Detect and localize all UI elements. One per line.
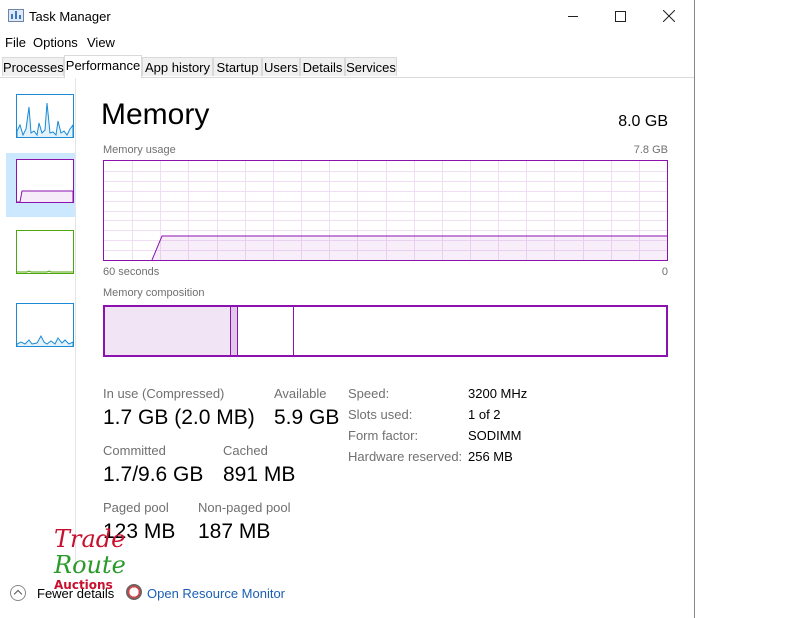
- tab-services[interactable]: Services: [345, 57, 397, 76]
- cached-label: Cached: [223, 443, 268, 458]
- speed-value: 3200 MHz: [468, 386, 528, 401]
- memory-usage-plot: [104, 161, 667, 260]
- watermark-line-1: Trade: [54, 525, 126, 553]
- resource-item-cpu[interactable]: [6, 88, 75, 152]
- memory-usage-area: [152, 236, 667, 260]
- fewer-details-chevron-icon[interactable]: [10, 585, 26, 601]
- available-label: Available: [274, 386, 327, 401]
- composition-standby: [238, 307, 294, 355]
- tab-users[interactable]: Users: [262, 57, 300, 76]
- resource-item-network[interactable]: [6, 297, 75, 361]
- memory-mini-graph: [17, 190, 73, 202]
- composition-free: [294, 307, 666, 355]
- trade-route-auctions-watermark: Trade Route Auctions: [52, 527, 132, 597]
- memory-composition-label: Memory composition: [103, 287, 205, 299]
- committed-label: Committed: [103, 443, 166, 458]
- tab-details[interactable]: Details: [300, 57, 345, 76]
- memory-details-panel: Memory 8.0 GB Memory usage 7.8 GB 60 sec…: [76, 78, 694, 573]
- tab-processes[interactable]: Processes: [2, 57, 64, 76]
- memory-thumbnail: [16, 159, 74, 203]
- minimize-icon: [568, 15, 578, 17]
- tab-performance[interactable]: Performance: [64, 55, 142, 78]
- resource-item-memory[interactable]: [6, 153, 75, 217]
- memory-usage-label: Memory usage: [103, 144, 176, 156]
- in-use-value: 1.7 GB (2.0 MB): [103, 406, 255, 429]
- minimize-button[interactable]: [550, 0, 596, 32]
- open-resource-monitor-link[interactable]: Open Resource Monitor: [147, 586, 285, 601]
- cpu-thumbnail: [16, 94, 74, 138]
- form-factor-label: Form factor:: [348, 428, 419, 443]
- tab-app-history[interactable]: App history: [142, 57, 213, 76]
- menu-file[interactable]: File: [5, 35, 26, 50]
- resource-item-disk[interactable]: [6, 224, 75, 288]
- maximize-button[interactable]: [597, 0, 643, 32]
- time-axis-end: 0: [661, 266, 668, 278]
- title-bar: Task Manager: [0, 0, 694, 32]
- menu-options[interactable]: Options: [33, 35, 78, 50]
- non-paged-pool-label: Non-paged pool: [198, 500, 291, 515]
- committed-value: 1.7/9.6 GB: [103, 463, 204, 486]
- close-button[interactable]: [646, 0, 692, 32]
- network-thumbnail: [16, 303, 74, 347]
- slots-used-label: Slots used:: [348, 407, 413, 422]
- available-value: 5.9 GB: [274, 406, 340, 429]
- memory-usage-max: 7.8 GB: [633, 144, 668, 156]
- resource-list: [0, 78, 76, 573]
- memory-title: Memory: [101, 98, 210, 131]
- network-mini-graph: [17, 334, 73, 346]
- watermark-line-2: Route: [54, 551, 126, 579]
- speed-label: Speed:: [348, 386, 390, 401]
- time-axis-start: 60 seconds: [103, 266, 160, 278]
- task-manager-window: Task Manager File Options View Processes…: [0, 0, 695, 618]
- form-factor-value: SODIMM: [468, 428, 522, 443]
- menu-bar: File Options View: [0, 32, 694, 54]
- memory-composition-bar: [103, 305, 668, 357]
- disk-thumbnail: [16, 230, 74, 274]
- paged-pool-label: Paged pool: [103, 500, 169, 515]
- task-manager-icon: [8, 9, 24, 22]
- in-use-label: In use (Compressed): [103, 386, 225, 401]
- cpu-mini-graph: [17, 102, 73, 137]
- memory-usage-graph: [103, 160, 668, 261]
- tab-startup[interactable]: Startup: [213, 57, 262, 76]
- composition-in-use: [105, 307, 231, 355]
- window-title: Task Manager: [29, 9, 111, 24]
- close-icon: [663, 10, 675, 22]
- maximize-icon: [614, 10, 626, 22]
- memory-total: 8.0 GB: [618, 113, 668, 130]
- hardware-reserved-value: 256 MB: [468, 449, 513, 464]
- non-paged-pool-value: 187 MB: [198, 520, 271, 543]
- slots-used-value: 1 of 2: [468, 407, 501, 422]
- cached-value: 891 MB: [223, 463, 296, 486]
- composition-modified: [231, 307, 238, 355]
- menu-view[interactable]: View: [87, 35, 115, 50]
- hardware-reserved-label: Hardware reserved:: [348, 449, 463, 464]
- disk-mini-graph: [17, 270, 73, 273]
- tab-bar: Processes Performance App history Startu…: [0, 55, 694, 78]
- watermark-line-3: Auctions: [54, 578, 113, 592]
